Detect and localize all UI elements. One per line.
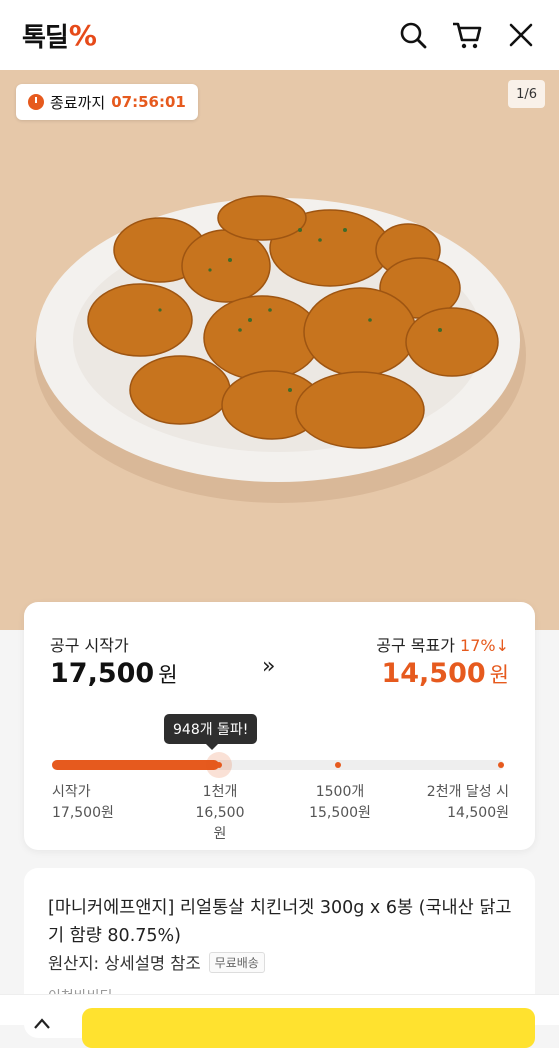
share-icon[interactable] [32,1014,52,1035]
currency: 원 [489,663,509,687]
target-price-label: 공구 목표가 17%↓ [376,632,509,656]
milestone-dot [498,762,504,768]
timer-label: 종료까지 [50,93,106,112]
milestone-1000: 1천개 16,500원 [190,782,250,845]
start-price: 17,500 원 [50,658,178,689]
milestone-label: 2천개 달성 시 [426,784,509,800]
target-label-text: 공구 목표가 [376,636,455,655]
chicken-nuggets-illustration [34,195,526,503]
currency: 원 [158,663,178,687]
arrow-icon: » [262,654,276,679]
target-price: 14,500 원 [381,658,509,689]
product-image[interactable]: 종료까지 07:56:01 1/6 [0,70,559,630]
cart-icon[interactable] [451,19,483,51]
image-counter: 1/6 [508,80,545,108]
product-title: [마니커에프앤지] 리얼통살 치킨너겟 300g x 6봉 (국내산 닭고기 함… [48,898,512,946]
origin-text: 원산지: 상세설명 참조 [48,954,201,973]
milestone-2000: 2천개 달성 시 14,500원 [427,782,509,824]
progress-tooltip: 948개 돌파! [164,714,258,750]
milestone-label: 시작가 [52,784,91,800]
app-header: 톡딜% [0,0,559,70]
timer-value: 07:56:01 [111,93,186,111]
product-origin: 원산지: 상세설명 참조 무료배송 [48,950,265,974]
header-actions [397,19,537,51]
discount-badge: 17%↓ [460,636,509,655]
close-icon[interactable] [505,19,537,51]
milestone-price: 15,500원 [309,805,371,821]
milestone-price: 14,500원 [447,805,509,821]
free-shipping-badge: 무료배송 [208,951,265,973]
progress-fill [52,760,220,770]
search-icon[interactable] [397,19,429,51]
clock-icon [28,94,44,110]
milestone-price: 16,500원 [195,805,245,842]
milestone-label: 1500개 [315,784,365,800]
start-price-value: 17,500 [50,658,155,689]
target-price-value: 14,500 [381,658,486,689]
milestone-1500: 1500개 15,500원 [308,782,372,824]
milestone-dot [216,762,222,768]
start-price-label: 공구 시작가 [50,636,129,655]
milestone-dot [335,762,341,768]
logo[interactable]: 톡딜% [22,17,97,54]
milestone-label: 1천개 [202,784,238,800]
deal-timer: 종료까지 07:56:01 [16,84,198,120]
group-buy-card: 공구 시작가 17,500 원 » 공구 목표가 17%↓ 14,500 원 948… [24,602,535,850]
buy-button[interactable] [82,1008,535,1048]
progress-track [52,752,504,778]
logo-text: 톡딜 [22,22,69,53]
milestone-start: 시작가 17,500원 [52,782,114,824]
milestone-price: 17,500원 [52,805,114,821]
logo-mark: % [68,18,97,52]
